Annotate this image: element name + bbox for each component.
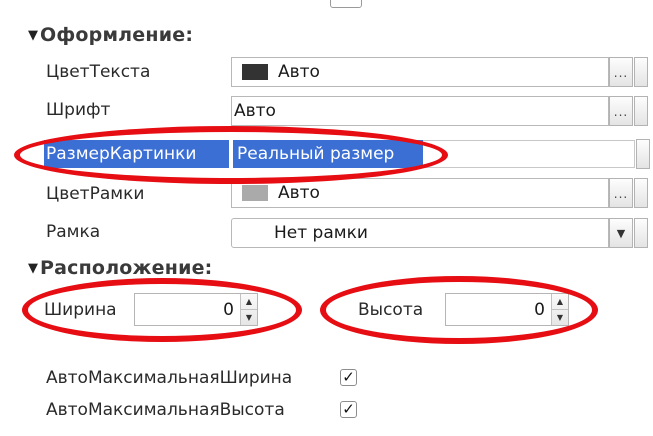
top-clipped-control xyxy=(330,0,362,8)
border-color-clear-button[interactable] xyxy=(634,178,648,208)
width-stepper[interactable]: 0 ▲ ▼ xyxy=(134,293,258,326)
border-select[interactable]: Нет рамки xyxy=(231,218,609,248)
border-value: Нет рамки xyxy=(274,223,368,243)
border-clear-button[interactable] xyxy=(634,218,648,248)
auto-max-width-label: АвтоМаксимальнаяШирина xyxy=(46,368,293,388)
picture-size-label-text: РазмерКартинки xyxy=(46,144,197,164)
text-color-clear-button[interactable] xyxy=(634,57,648,87)
section-appearance[interactable]: ▼ Оформление: xyxy=(28,24,193,46)
height-stepper[interactable]: 0 ▲ ▼ xyxy=(445,293,569,326)
auto-max-width-checkbox[interactable]: ✓ xyxy=(340,369,357,386)
color-swatch-icon xyxy=(242,64,268,80)
spin-down-icon[interactable]: ▼ xyxy=(241,309,257,325)
picture-size-field-rest[interactable] xyxy=(423,140,635,168)
auto-max-height-label: АвтоМаксимальнаяВысота xyxy=(46,400,285,420)
picture-size-dropdown-button[interactable] xyxy=(636,139,650,169)
height-label: Высота xyxy=(358,300,424,320)
picture-size-field[interactable]: Реальный размер xyxy=(233,140,423,168)
height-value: 0 xyxy=(534,299,545,320)
font-value: Авто xyxy=(234,101,276,121)
spin-down-icon[interactable]: ▼ xyxy=(552,309,568,325)
border-dropdown-button[interactable]: ▼ xyxy=(609,218,633,248)
collapse-triangle-icon[interactable]: ▼ xyxy=(28,261,38,276)
font-field[interactable]: Авто xyxy=(231,96,609,126)
border-color-field[interactable]: Авто xyxy=(231,178,609,208)
width-spin-buttons[interactable]: ▲ ▼ xyxy=(240,294,257,325)
font-clear-button[interactable] xyxy=(634,96,648,126)
border-label: Рамка xyxy=(46,222,101,242)
auto-max-height-checkbox[interactable]: ✓ xyxy=(340,401,357,418)
chevron-down-icon: ▼ xyxy=(616,226,626,240)
text-color-label: ЦветТекста xyxy=(46,62,151,82)
section-appearance-title: Оформление: xyxy=(40,24,194,46)
section-placement-title: Расположение: xyxy=(40,257,213,279)
collapse-triangle-icon[interactable]: ▼ xyxy=(28,28,38,43)
text-color-value: Авто xyxy=(278,62,320,82)
text-color-field[interactable]: Авто xyxy=(231,57,609,87)
picture-size-value: Реальный размер xyxy=(237,144,395,164)
spin-up-icon[interactable]: ▲ xyxy=(241,294,257,309)
width-value: 0 xyxy=(223,299,234,320)
border-color-label: ЦветРамки xyxy=(46,184,145,204)
border-color-value: Авто xyxy=(278,183,320,203)
width-label: Ширина xyxy=(44,300,117,320)
border-color-select-button[interactable]: ... xyxy=(609,178,633,208)
section-placement[interactable]: ▼ Расположение: xyxy=(28,257,212,279)
font-label: Шрифт xyxy=(46,100,111,120)
picture-size-label: РазмерКартинки xyxy=(44,140,229,168)
spin-up-icon[interactable]: ▲ xyxy=(552,294,568,309)
height-spin-buttons[interactable]: ▲ ▼ xyxy=(551,294,568,325)
font-select-button[interactable]: ... xyxy=(609,96,633,126)
color-swatch-icon xyxy=(242,185,268,201)
text-color-select-button[interactable]: ... xyxy=(609,57,633,87)
